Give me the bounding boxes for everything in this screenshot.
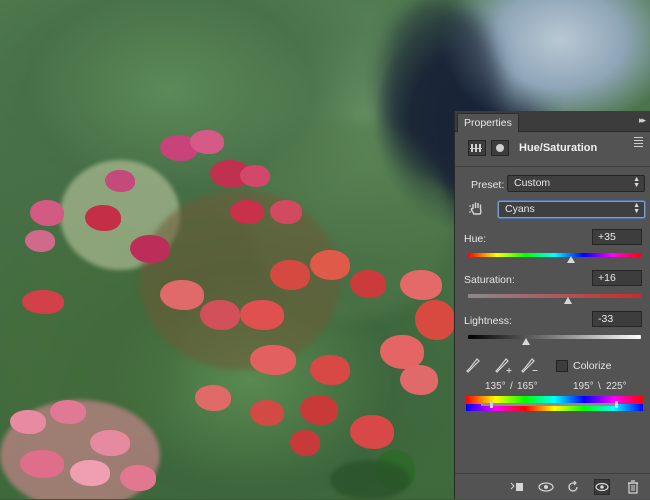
- collapse-panel-icon[interactable]: ▸▸: [639, 115, 646, 126]
- clip-to-layer-icon[interactable]: [509, 479, 525, 495]
- lightness-slider-thumb[interactable]: [521, 338, 530, 345]
- view-previous-icon[interactable]: [537, 479, 554, 495]
- range-value-b: 165°: [517, 381, 538, 392]
- hue-label: Hue:: [464, 233, 487, 245]
- preset-value: Custom: [514, 177, 551, 189]
- adjustment-title: Hue/Saturation: [519, 142, 598, 154]
- range-value-a: 135°: [485, 381, 506, 392]
- eyedropper-icon[interactable]: [466, 357, 480, 375]
- colorize-label: Colorize: [573, 360, 612, 372]
- range-selector[interactable]: [481, 403, 617, 406]
- chevron-updown-icon: ▲ ▼: [633, 202, 640, 215]
- channel-value: Cyans: [505, 203, 535, 215]
- targeted-adjustment-hand-icon[interactable]: [468, 200, 486, 218]
- range-value-c: 195°: [573, 381, 594, 392]
- range-handle-right[interactable]: [615, 401, 618, 408]
- mask-icon[interactable]: [491, 140, 509, 156]
- range-value-d: 225°: [606, 381, 627, 392]
- range-separator-2: \: [598, 381, 601, 392]
- tab-properties[interactable]: Properties: [457, 113, 519, 132]
- trash-icon[interactable]: [625, 479, 641, 495]
- panel-tab-bar: Properties ▸▸: [455, 111, 650, 132]
- panel-bottom-toolbar: [455, 473, 650, 500]
- preset-select[interactable]: Custom ▲ ▼: [507, 175, 645, 192]
- hue-slider-thumb[interactable]: [567, 256, 576, 263]
- range-handle-left[interactable]: [490, 401, 493, 408]
- preset-label: Preset:: [471, 179, 505, 191]
- eyedropper-plus-icon[interactable]: [495, 357, 512, 375]
- hue-saturation-icon[interactable]: [468, 140, 486, 156]
- eye-icon[interactable]: [594, 479, 610, 495]
- channel-select[interactable]: Cyans ▲ ▼: [498, 201, 645, 218]
- adjustment-header: Hue/Saturation: [455, 132, 650, 167]
- saturation-slider-thumb[interactable]: [564, 297, 573, 304]
- lightness-label: Lightness:: [464, 315, 512, 327]
- hue-slider-track[interactable]: [468, 253, 641, 257]
- properties-panel: Properties ▸▸ Hue/Saturation Preset: Cus…: [454, 111, 650, 499]
- saturation-label: Saturation:: [464, 274, 515, 286]
- saturation-field[interactable]: +16: [592, 270, 642, 286]
- hue-field[interactable]: +35: [592, 229, 642, 245]
- colorize-checkbox[interactable]: [556, 360, 568, 372]
- lightness-field[interactable]: -33: [592, 311, 642, 327]
- lightness-slider-track[interactable]: [468, 335, 641, 339]
- eyedropper-minus-icon[interactable]: [521, 357, 538, 375]
- chevron-updown-icon: ▲ ▼: [633, 176, 640, 189]
- range-separator-1: /: [510, 381, 513, 392]
- reset-icon[interactable]: [565, 479, 581, 495]
- saturation-slider-track[interactable]: [468, 294, 641, 298]
